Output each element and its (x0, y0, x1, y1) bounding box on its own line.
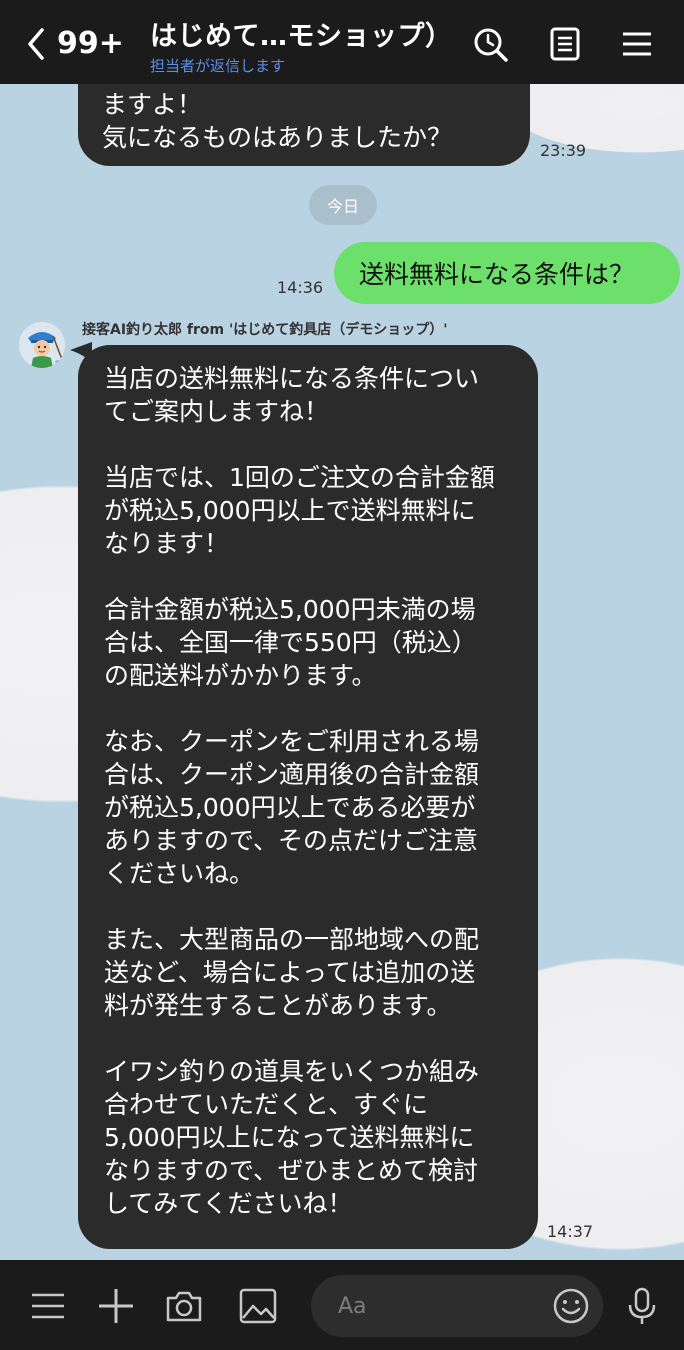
input-placeholder: Aa (338, 1293, 367, 1319)
message-line: また、大型商品の一部地域への配 (104, 925, 480, 954)
message-line: ますよ！ (102, 90, 203, 119)
message-line: くださいね。 (104, 859, 255, 888)
message-line: してみてくださいね！ (104, 1189, 353, 1218)
message-line: 気になるものはありましたか？ (102, 123, 453, 152)
avatar[interactable] (19, 322, 65, 368)
message-line: が税込5,000円以上で送料無料に (104, 496, 476, 525)
notes-icon (550, 27, 580, 61)
composer-bar: Aa (0, 1260, 684, 1350)
message-line: 合わせていただくと、すぐに (104, 1090, 429, 1119)
image-icon (239, 1288, 277, 1324)
message-line: 合は、クーポン適用後の合計金額 (104, 760, 480, 789)
menu-icon (32, 1293, 64, 1319)
search-button[interactable] (470, 24, 510, 64)
message-line: 当店では、1回のご注文の合計金額 (104, 463, 495, 492)
chevron-left-icon (28, 28, 44, 60)
chat-header: 99+ はじめて…モショップ） 担当者が返信します (0, 0, 684, 84)
message-line (104, 560, 538, 593)
add-button[interactable] (96, 1286, 136, 1326)
sender-name: 接客AI釣り太郎 from 'はじめて釣具店（デモショップ）' (82, 322, 448, 338)
unread-count[interactable]: 99+ (57, 26, 124, 61)
bot-message[interactable]: 当店の送料無料になる条件につい てご案内しますね！ 当店では、1回のご注文の合計… (78, 345, 538, 1249)
prev-bot-message[interactable]: ますよ！ 気になるものはありましたか？ (78, 84, 530, 166)
message-line: 合計金額が税込5,000円未満の場 (104, 595, 476, 624)
mic-icon (628, 1287, 656, 1324)
camera-icon (166, 1291, 202, 1322)
message-line: てご案内しますね！ (104, 397, 330, 426)
back-button[interactable] (22, 24, 52, 64)
image-button[interactable] (238, 1286, 278, 1326)
menu-button[interactable] (28, 1286, 68, 1326)
notes-button[interactable] (545, 24, 585, 64)
message-line: が税込5,000円以上である必要が (104, 793, 476, 822)
message-line (104, 890, 538, 923)
message-line: イワシ釣りの道具をいくつか組み (104, 1057, 480, 1086)
camera-button[interactable] (164, 1286, 204, 1326)
message-line: 料が発生することがあります。 (104, 991, 452, 1020)
menu-button[interactable] (617, 24, 657, 64)
emoji-button[interactable] (552, 1287, 590, 1325)
user-message[interactable]: 送料無料になる条件は？ (334, 242, 680, 304)
message-time: 23:39 (540, 141, 587, 160)
message-text: 送料無料になる条件は？ (359, 260, 635, 289)
chat-title[interactable]: はじめて…モショップ） (150, 14, 453, 53)
message-line: の配送料がかかります。 (104, 661, 377, 690)
voice-button[interactable] (622, 1286, 662, 1326)
plus-icon (99, 1289, 133, 1323)
chat-area[interactable]: ますよ！ 気になるものはありましたか？ 23:39 今日 14:36 送料無料に… (0, 84, 684, 1260)
message-line: 5,000円以上になって送料無料に (104, 1123, 475, 1152)
emoji-icon (553, 1288, 589, 1324)
date-label: 今日 (326, 197, 359, 216)
search-icon (474, 28, 508, 62)
message-time: 14:36 (277, 278, 324, 297)
date-divider: 今日 (309, 185, 377, 225)
message-line (104, 428, 538, 461)
fisherman-avatar-icon (19, 322, 65, 368)
message-time: 14:37 (547, 1222, 594, 1241)
chat-subtitle: 担当者が返信します (150, 57, 286, 75)
message-line: 送など、場合によっては追加の送 (104, 958, 476, 987)
message-line: なりますので、ぜひまとめて検討 (104, 1156, 479, 1185)
message-line: なお、クーポンをご利用される場 (104, 727, 480, 756)
message-line (104, 1022, 538, 1055)
message-line: 当店の送料無料になる条件につい (104, 364, 480, 393)
message-line: ありますので、その点だけご注意 (104, 826, 479, 855)
message-line: 合は、全国一律で550円（税込） (104, 628, 477, 657)
message-line (104, 692, 538, 725)
message-line: なります！ (104, 529, 230, 558)
menu-icon (623, 32, 651, 56)
